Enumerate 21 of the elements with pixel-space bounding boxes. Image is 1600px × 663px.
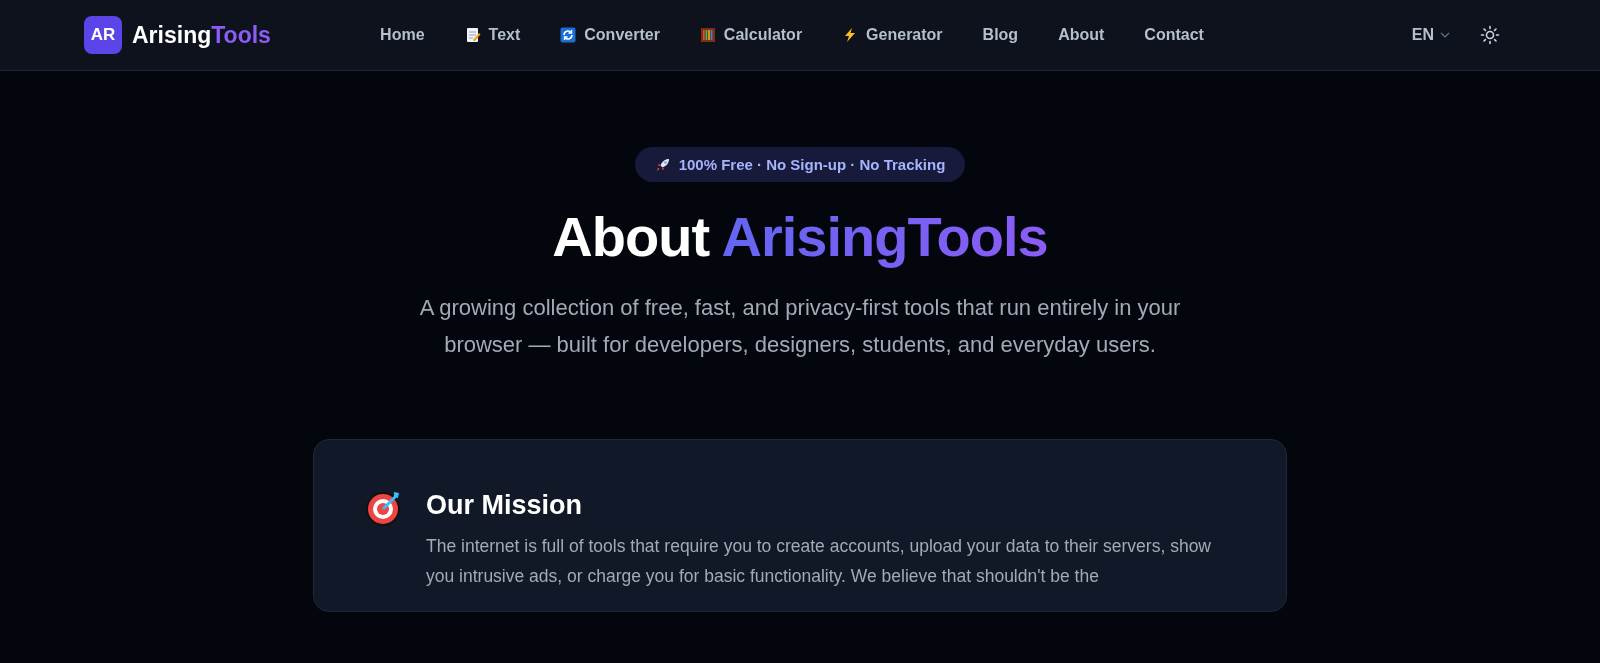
- logo-wordmark[interactable]: ArisingTools: [132, 21, 271, 49]
- mission-heading: Our Mission: [426, 490, 583, 521]
- nav-link[interactable]: About: [1058, 26, 1105, 44]
- nav-link[interactable]: Calculator: [699, 26, 803, 44]
- nav-link[interactable]: Contact: [1144, 26, 1204, 44]
- theme-toggle-sun-icon[interactable]: [1480, 25, 1500, 45]
- nav-link[interactable]: Home: [380, 26, 425, 44]
- refresh-icon: [560, 27, 577, 43]
- nav-link[interactable]: Text: [464, 26, 521, 44]
- feature-badge: 100% Free · No Sign-up · No Tracking: [634, 147, 966, 182]
- language-selector[interactable]: EN: [1411, 26, 1450, 44]
- nav-link[interactable]: Blog: [982, 26, 1019, 44]
- abacus-icon: [699, 27, 716, 43]
- chevron-down-icon: [1440, 32, 1450, 38]
- rocket-icon: [654, 156, 671, 173]
- nav-link[interactable]: Generator: [842, 26, 943, 44]
- intro-paragraph: A growing collection of free, fast, and privacy-first tools that run entirely in your browser — built for developers, designers, students, and everyday users.: [418, 294, 1182, 359]
- nav-link[interactable]: Converter: [560, 26, 660, 44]
- notepad-icon: [464, 27, 481, 43]
- mission-paragraph: The internet is full of tools that require you to create accounts, upload your data to their servers, show you intrusive ads, or charge you for basic functionality. We believe that shouldn't be the: [426, 535, 1212, 588]
- logo-mark[interactable]: AR: [84, 16, 122, 54]
